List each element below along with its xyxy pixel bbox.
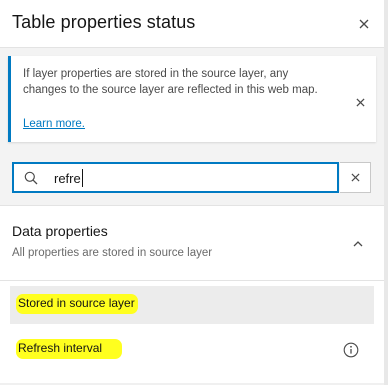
table-properties-panel: Table properties status If layer propert… (0, 0, 388, 385)
item-label: Stored in source layer (16, 294, 138, 314)
chevron-up-icon[interactable] (351, 237, 365, 251)
item-label: Refresh interval (16, 339, 122, 359)
clear-search-button[interactable] (340, 162, 371, 193)
learn-more-link[interactable]: Learn more. (23, 118, 85, 130)
panel-header: Table properties status (0, 0, 384, 48)
notice-message: If layer properties are stored in the so… (23, 68, 318, 96)
search-row (0, 149, 384, 206)
close-icon (355, 97, 365, 107)
info-icon[interactable] (343, 342, 359, 358)
close-icon (359, 19, 369, 29)
search-input[interactable] (54, 168, 324, 188)
list-item[interactable]: Stored in source layer (10, 286, 374, 324)
data-properties-section: Data properties All properties are store… (0, 207, 384, 385)
list-item[interactable]: Refresh interval (10, 330, 374, 368)
dismiss-notice-button[interactable] (352, 94, 368, 110)
close-panel-button[interactable] (354, 14, 374, 34)
panel-scroll-edge (384, 0, 388, 385)
close-icon (350, 173, 360, 182)
search-field[interactable] (12, 162, 339, 193)
notice-area: If layer properties are stored in the so… (0, 48, 384, 149)
panel-title: Table properties status (12, 12, 196, 32)
text-caret (82, 169, 83, 187)
search-icon (24, 171, 38, 185)
section-subtitle: All properties are stored in source laye… (12, 247, 213, 259)
info-notice: If layer properties are stored in the so… (8, 56, 376, 142)
section-header[interactable]: Data properties All properties are store… (0, 207, 384, 281)
section-title: Data properties (12, 223, 108, 239)
